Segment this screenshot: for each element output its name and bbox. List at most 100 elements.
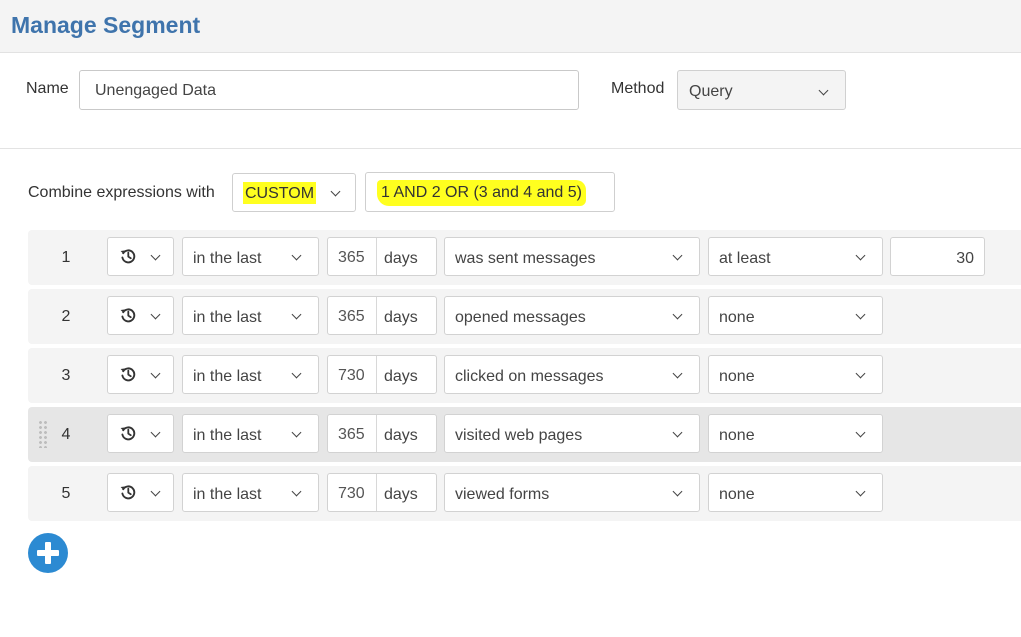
activity-select[interactable]: was sent messages [444, 237, 700, 276]
method-value: Query [689, 83, 733, 100]
chevron-down-icon [150, 309, 161, 320]
chevron-down-icon [855, 368, 866, 379]
chevron-down-icon [855, 427, 866, 438]
history-button[interactable] [107, 355, 174, 394]
history-icon [120, 485, 136, 500]
time-range-select[interactable]: in the last [182, 355, 319, 394]
combine-label: Combine expressions with [28, 184, 215, 201]
count-value: 30 [956, 250, 974, 267]
time-range-select[interactable]: in the last [182, 473, 319, 512]
expression-row: 5 in the last 730 days viewed forms none [28, 466, 1021, 521]
comparison-value: at least [719, 250, 771, 267]
divider [0, 148, 1021, 149]
expression-row: 3 in the last 730 days clicked on messages no… [28, 348, 1021, 403]
custom-expression-value: 1 AND 2 OR (3 and 4 and 5) [377, 180, 586, 206]
comparison-select[interactable]: none [708, 473, 883, 512]
comparison-select[interactable]: at least [708, 237, 883, 276]
comparison-value: none [719, 309, 755, 326]
time-range-value: in the last [193, 250, 262, 267]
comparison-value: none [719, 368, 755, 385]
manage-segment-page: Manage Segment Name Unengaged Data Metho… [0, 0, 1021, 637]
chevron-down-icon [291, 368, 302, 379]
row-number: 4 [61, 426, 71, 443]
row-number: 1 [61, 249, 71, 266]
days-unit-label: days [384, 427, 418, 444]
expression-row: 1 in the last 365 days was sent messages at l… [28, 230, 1021, 285]
divider [376, 238, 377, 275]
days-unit-label: days [384, 250, 418, 267]
combine-mode-select[interactable]: CUSTOM [232, 173, 356, 212]
row-number: 3 [61, 367, 71, 384]
time-range-value: in the last [193, 309, 262, 326]
activity-value: was sent messages [455, 250, 596, 267]
activity-select[interactable]: opened messages [444, 296, 700, 335]
divider [376, 297, 377, 334]
days-value: 730 [338, 485, 365, 502]
comparison-value: none [719, 486, 755, 503]
count-input[interactable]: 30 [890, 237, 985, 276]
chevron-down-icon [150, 368, 161, 379]
days-unit-label: days [384, 486, 418, 503]
chevron-down-icon [672, 250, 683, 261]
activity-value: opened messages [455, 309, 586, 326]
chevron-down-icon [672, 368, 683, 379]
chevron-down-icon [818, 85, 829, 96]
name-input[interactable]: Unengaged Data [79, 70, 579, 110]
row-number: 2 [61, 308, 71, 325]
page-title: Manage Segment [11, 12, 201, 38]
chevron-down-icon [672, 309, 683, 320]
history-icon [120, 426, 136, 441]
method-select[interactable]: Query [677, 70, 846, 110]
time-range-select[interactable]: in the last [182, 237, 319, 276]
chevron-down-icon [672, 486, 683, 497]
comparison-select[interactable]: none [708, 355, 883, 394]
history-icon [120, 249, 136, 264]
add-expression-button[interactable] [28, 533, 68, 573]
activity-select[interactable]: viewed forms [444, 473, 700, 512]
time-range-select[interactable]: in the last [182, 296, 319, 335]
days-value: 365 [338, 249, 365, 266]
activity-select[interactable]: visited web pages [444, 414, 700, 453]
expression-row: 2 in the last 365 days opened messages none [28, 289, 1021, 344]
chevron-down-icon [291, 427, 302, 438]
expression-row: 4 in the last 365 days visited web pages none [28, 407, 1021, 462]
days-unit-label: days [384, 368, 418, 385]
history-button[interactable] [107, 414, 174, 453]
chevron-down-icon [672, 427, 683, 438]
divider [376, 415, 377, 452]
drag-handle-icon[interactable] [38, 420, 48, 448]
row-number: 5 [61, 485, 71, 502]
days-input[interactable]: 730 days [327, 473, 437, 512]
history-button[interactable] [107, 237, 174, 276]
chevron-down-icon [150, 427, 161, 438]
comparison-value: none [719, 427, 755, 444]
history-button[interactable] [107, 296, 174, 335]
history-icon [120, 308, 136, 323]
method-label: Method [611, 80, 665, 97]
chevron-down-icon [291, 250, 302, 261]
chevron-down-icon [291, 309, 302, 320]
activity-select[interactable]: clicked on messages [444, 355, 700, 394]
days-input[interactable]: 365 days [327, 237, 437, 276]
chevron-down-icon [855, 309, 866, 320]
days-input[interactable]: 365 days [327, 296, 437, 335]
comparison-select[interactable]: none [708, 296, 883, 335]
chevron-down-icon [330, 186, 341, 197]
days-value: 365 [338, 308, 365, 325]
days-value: 730 [338, 367, 365, 384]
chevron-down-icon [855, 486, 866, 497]
custom-expression-input[interactable]: 1 AND 2 OR (3 and 4 and 5) [365, 172, 615, 212]
time-range-value: in the last [193, 368, 262, 385]
chevron-down-icon [291, 486, 302, 497]
days-input[interactable]: 730 days [327, 355, 437, 394]
activity-value: visited web pages [455, 427, 583, 444]
history-button[interactable] [107, 473, 174, 512]
days-value: 365 [338, 426, 365, 443]
time-range-select[interactable]: in the last [182, 414, 319, 453]
activity-value: clicked on messages [455, 368, 604, 385]
chevron-down-icon [150, 250, 161, 261]
chevron-down-icon [150, 486, 161, 497]
comparison-select[interactable]: none [708, 414, 883, 453]
name-label: Name [26, 80, 69, 97]
days-input[interactable]: 365 days [327, 414, 437, 453]
